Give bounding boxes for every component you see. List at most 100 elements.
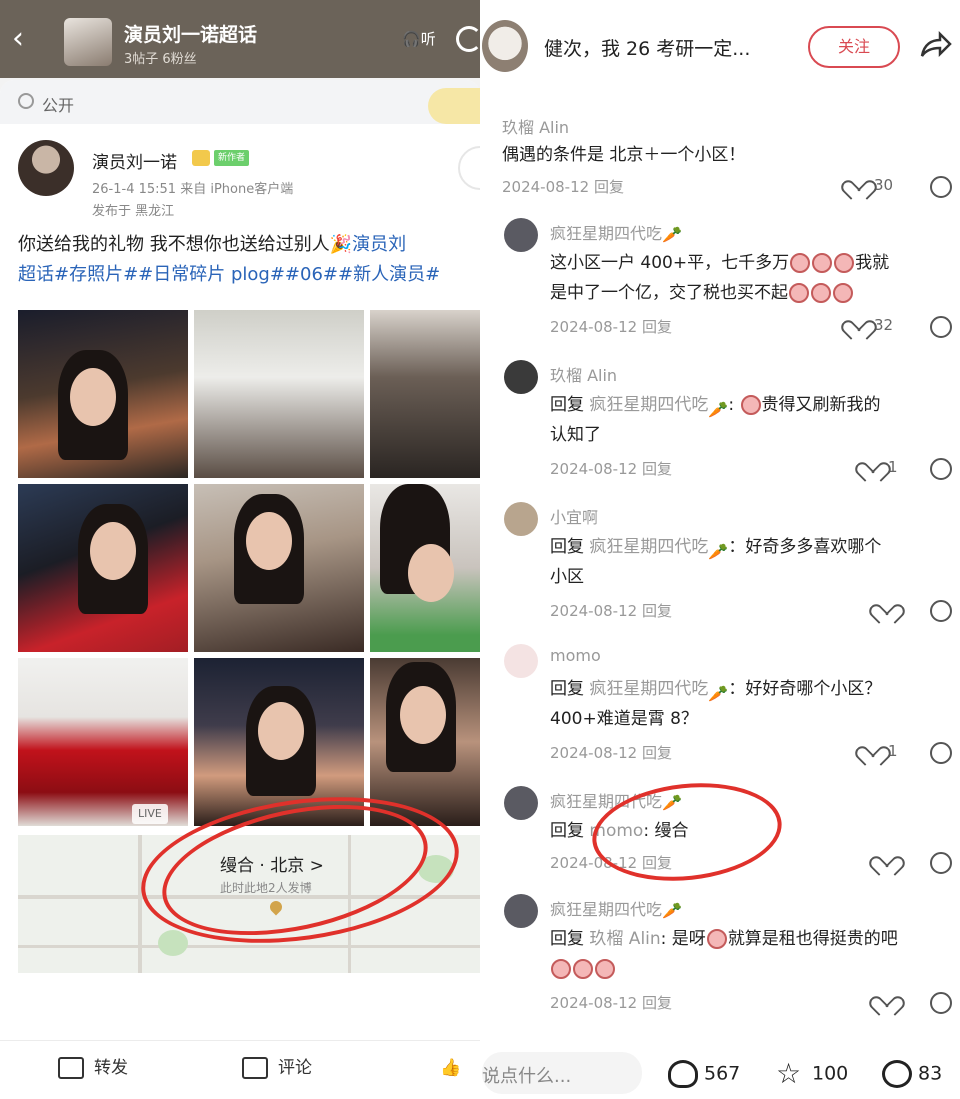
comment-author[interactable]: 玖榴 Alin xyxy=(550,362,617,386)
comment-text: 回复 疯狂星期四代吃🥕：好好奇哪个小区？ xyxy=(550,679,882,703)
follow-button[interactable]: 关注 xyxy=(808,26,900,68)
emoji-react-icon[interactable] xyxy=(930,316,952,338)
comment-avatar[interactable] xyxy=(504,644,538,678)
author-name[interactable]: 演员刘一诺 xyxy=(92,148,177,173)
comments-count[interactable]: 83 xyxy=(882,1060,942,1088)
post-time: 26-1-4 15:51 来自 iPhone客户端 xyxy=(92,182,294,197)
like-button[interactable]: 👍 xyxy=(440,1053,461,1083)
comment-like[interactable] xyxy=(876,852,902,871)
favorites-count[interactable]: ☆ 100 xyxy=(776,1060,848,1088)
carrot-icon: 🥕 xyxy=(708,400,729,419)
comment-text: 回复 玖榴 Alin: 是呀 就算是租也得挺贵的吧 xyxy=(550,929,898,949)
privacy-label: 公开 xyxy=(42,96,75,115)
photo-4[interactable] xyxy=(18,484,188,652)
supertopic-avatar[interactable] xyxy=(64,18,112,66)
poster-avatar[interactable] xyxy=(482,20,528,72)
supertopic-link[interactable]: 演员刘 xyxy=(352,234,406,255)
right-screenshot: 健次，我 26 考研一定... 关注 玖榴 Alin 偶遇的条件是 北京＋一个小… xyxy=(482,0,960,1099)
supertopic-header: ‹ 演员刘一诺超话 3帖子 6粉丝 🎧听 xyxy=(0,0,480,78)
refresh-icon[interactable] xyxy=(456,26,480,52)
carrot-icon: 🥕 xyxy=(708,542,729,561)
comment-date[interactable]: 2024-08-12 回复 xyxy=(550,458,672,479)
pig-emoji-icon xyxy=(790,253,811,273)
emoji-react-icon[interactable] xyxy=(930,600,952,622)
emoji-react-icon[interactable] xyxy=(930,742,952,764)
comment-text: 小区 xyxy=(550,567,584,587)
comment-like[interactable]: 32 xyxy=(848,316,893,335)
comment-footer-bar: 说点什么... 567 ☆ 100 83 xyxy=(482,1046,960,1099)
carrot-icon: 🥕 xyxy=(708,684,729,703)
pig-emoji-icon xyxy=(740,395,761,415)
emoji-react-icon[interactable] xyxy=(930,852,952,874)
post-card: 公开 演员刘一诺 新作者 26-1-4 15:51 来自 iPhone客户端 发… xyxy=(0,80,480,1099)
photo-3[interactable] xyxy=(370,310,480,478)
likes-count[interactable]: 567 xyxy=(668,1060,740,1088)
comment-date[interactable]: 2024-08-12 回复 xyxy=(550,316,672,337)
comment-avatar[interactable] xyxy=(504,786,538,820)
comment-author[interactable]: 玖榴 Alin xyxy=(502,114,569,138)
comment-avatar[interactable] xyxy=(504,502,538,536)
comment-text: 这小区一户 400+平，七千多万 我就 xyxy=(550,253,890,273)
heart-icon xyxy=(876,601,896,619)
carrot-icon: 🥕 xyxy=(662,900,682,920)
comment-avatar[interactable] xyxy=(504,218,538,252)
comment-avatar[interactable] xyxy=(504,894,538,928)
comment-like[interactable] xyxy=(876,992,902,1011)
comment-icon xyxy=(242,1057,268,1079)
comment-author[interactable]: 疯狂星期四代吃🥕 xyxy=(550,220,682,245)
comment-like[interactable]: 30 xyxy=(848,176,893,195)
photo-6[interactable] xyxy=(370,484,480,652)
comment-date[interactable]: 2024-08-12 回复 xyxy=(502,176,624,197)
comments-header: 健次，我 26 考研一定... 关注 xyxy=(482,0,960,94)
forward-button[interactable]: 转发 xyxy=(58,1053,128,1083)
heart-icon xyxy=(876,853,896,871)
photo-1[interactable] xyxy=(18,310,188,478)
comment-input[interactable]: 说点什么... xyxy=(482,1052,642,1094)
author-avatar[interactable] xyxy=(18,140,74,196)
photo-5[interactable] xyxy=(194,484,364,652)
comment-like[interactable]: 1 xyxy=(862,458,898,477)
comment-author[interactable]: 疯狂星期四代吃🥕 xyxy=(550,896,682,921)
chat-bubble-icon xyxy=(882,1060,912,1088)
comment-text: 回复 疯狂星期四代吃🥕: 贵得又刷新我的 xyxy=(550,395,881,419)
comment-date[interactable]: 2024-08-12 回复 xyxy=(550,992,672,1013)
supertopic-stats: 3帖子 6粉丝 xyxy=(124,52,197,67)
pig-emoji-icon xyxy=(706,929,727,949)
comment-date[interactable]: 2024-08-12 回复 xyxy=(550,600,672,621)
post-location-meta: 发布于 黑龙江 xyxy=(92,204,175,219)
emoji-react-icon[interactable] xyxy=(930,176,952,198)
carrot-icon: 🥕 xyxy=(662,224,682,244)
comment-like[interactable]: 1 xyxy=(862,742,898,761)
post-text: 你送给我的礼物 我不想你也送给过别人🎉演员刘 超话#存照片##日常碎片 plog… xyxy=(18,230,480,290)
emoji-react-icon[interactable] xyxy=(930,458,952,480)
comment-text: 认知了 xyxy=(550,425,601,445)
photo-7[interactable]: LIVE xyxy=(18,658,188,826)
hashtags[interactable]: 超话#存照片##日常碎片 plog##06##新人演员# xyxy=(18,260,480,290)
crown-icon xyxy=(192,150,210,166)
listen-button[interactable]: 🎧听 xyxy=(402,28,442,58)
comment-author[interactable]: 小宜啊 xyxy=(550,504,598,528)
comment-date[interactable]: 2024-08-12 回复 xyxy=(550,742,672,763)
comment-text: 400+难道是霄 8？ xyxy=(550,709,698,729)
pig-emoji-icon xyxy=(833,283,853,303)
comment-author[interactable]: momo xyxy=(550,646,601,665)
share-icon[interactable] xyxy=(918,30,952,60)
headphones-icon: 🎧 xyxy=(402,30,421,48)
comment-button[interactable]: 评论 xyxy=(242,1053,312,1083)
cry-emoji-icon xyxy=(595,959,615,979)
emoji-react-icon[interactable] xyxy=(930,992,952,1014)
pig-emoji-icon xyxy=(789,283,809,303)
globe-icon xyxy=(18,93,34,109)
back-arrow-icon[interactable]: ‹ xyxy=(12,24,24,54)
new-author-tag: 新作者 xyxy=(214,150,250,166)
comment-like[interactable] xyxy=(876,600,902,619)
pig-emoji-icon xyxy=(811,283,831,303)
supertopic-badge[interactable] xyxy=(428,88,480,124)
pig-emoji-icon xyxy=(812,253,833,273)
follow-button[interactable] xyxy=(458,146,480,190)
heart-icon xyxy=(848,177,868,195)
comment-avatar[interactable] xyxy=(504,360,538,394)
photo-2[interactable] xyxy=(194,310,364,478)
left-screenshot: ‹ 演员刘一诺超话 3帖子 6粉丝 🎧听 公开 演员刘一诺 新作者 26-1-4… xyxy=(0,0,480,1099)
post-title: 健次，我 26 考研一定... xyxy=(544,38,751,60)
